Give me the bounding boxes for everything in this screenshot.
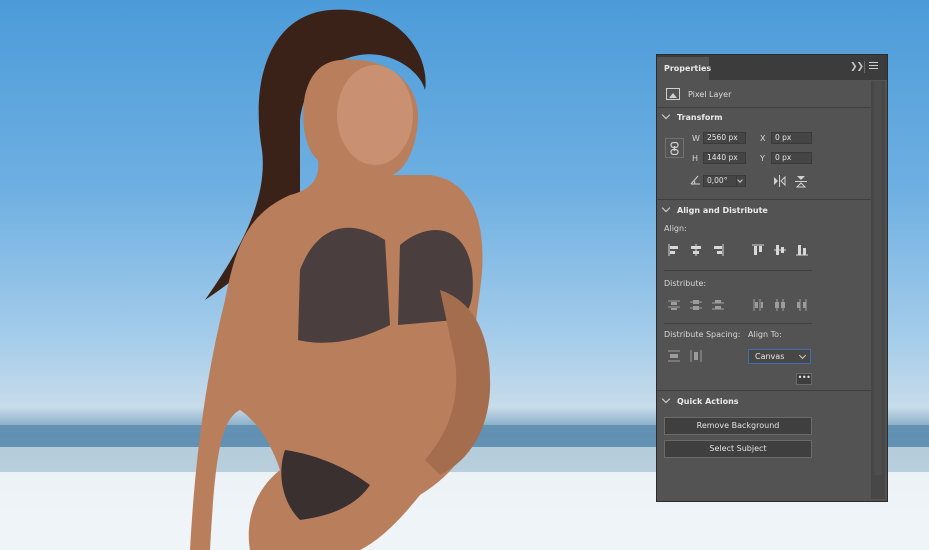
y-field[interactable]: 0 px (771, 152, 812, 164)
align-right-edges-icon[interactable] (712, 244, 724, 256)
angle-icon (690, 175, 702, 187)
chevron-down-icon (661, 110, 671, 120)
pixel-layer-icon (666, 88, 680, 100)
layer-type-label: Pixel Layer (688, 90, 732, 99)
select-subject-button[interactable]: Select Subject (664, 440, 812, 458)
section-title: Quick Actions (677, 397, 739, 406)
chevron-down-icon[interactable] (737, 177, 743, 183)
section-align-distribute-header[interactable]: Align and Distribute (661, 203, 768, 215)
distribute-vertical-spacing-icon[interactable] (668, 350, 680, 362)
rotation-angle-field[interactable]: 0,00° (703, 175, 746, 187)
tab-properties[interactable]: Properties (657, 57, 711, 80)
divider (657, 107, 871, 108)
distribute-horizontal-spacing-icon[interactable] (690, 350, 702, 362)
align-to-dropdown[interactable]: Canvas (748, 349, 811, 364)
width-label: W (692, 134, 700, 143)
height-field[interactable]: 1440 px (703, 152, 746, 164)
flip-horizontal-icon[interactable] (773, 175, 786, 187)
field-divider (736, 175, 737, 187)
align-horizontal-centers-icon[interactable] (690, 244, 702, 256)
panel-menu-icon[interactable] (869, 62, 878, 71)
distribute-right-edges-icon[interactable] (796, 299, 808, 311)
align-label: Align: (664, 224, 687, 233)
width-field[interactable]: 2560 px (703, 132, 746, 144)
distribute-bottom-edges-icon[interactable] (712, 299, 724, 311)
align-to-value: Canvas (755, 352, 785, 361)
divider (657, 390, 871, 391)
align-vertical-centers-icon[interactable] (774, 244, 786, 256)
distribute-left-edges-icon[interactable] (752, 299, 764, 311)
x-field[interactable]: 0 px (771, 132, 812, 144)
scrollbar-thumb[interactable] (874, 81, 882, 475)
align-to-label: Align To: (748, 330, 782, 339)
divider (664, 323, 812, 324)
chain-link-icon (670, 142, 679, 155)
section-title: Align and Distribute (677, 206, 768, 215)
section-quick-actions-header[interactable]: Quick Actions (661, 394, 739, 406)
layer-type-row: Pixel Layer (657, 83, 871, 107)
collapse-panel-icon[interactable]: ❯❯ (850, 62, 864, 72)
section-transform-header[interactable]: Transform (661, 110, 723, 122)
link-dimensions-button[interactable] (665, 138, 684, 158)
chevron-down-icon (798, 351, 807, 360)
panel-titlebar: Properties ❯❯ (657, 55, 887, 80)
remove-background-button[interactable]: Remove Background (664, 417, 812, 435)
chevron-down-icon (661, 394, 671, 404)
more-options-button[interactable]: ••• (796, 373, 812, 385)
height-label: H (692, 154, 699, 163)
distribute-label: Distribute: (664, 279, 707, 288)
align-top-edges-icon[interactable] (752, 244, 764, 256)
align-bottom-edges-icon[interactable] (796, 244, 808, 256)
divider (657, 199, 871, 200)
chevron-down-icon (661, 203, 671, 213)
divider (664, 270, 812, 271)
distribute-horizontal-centers-icon[interactable] (774, 299, 786, 311)
distribute-vertical-centers-icon[interactable] (690, 299, 702, 311)
section-title: Transform (677, 113, 723, 122)
panel-scrollbar[interactable] (871, 81, 885, 499)
y-label: Y (760, 154, 765, 163)
x-label: X (760, 134, 766, 143)
titlebar-divider (864, 61, 865, 73)
properties-panel: Properties ❯❯ Pixel Layer Transform W 25… (656, 54, 888, 502)
align-left-edges-icon[interactable] (668, 244, 680, 256)
distribute-spacing-label: Distribute Spacing: (664, 330, 741, 339)
angle-value: 0,00° (707, 176, 728, 185)
distribute-top-edges-icon[interactable] (668, 299, 680, 311)
flip-vertical-icon[interactable] (795, 175, 807, 188)
